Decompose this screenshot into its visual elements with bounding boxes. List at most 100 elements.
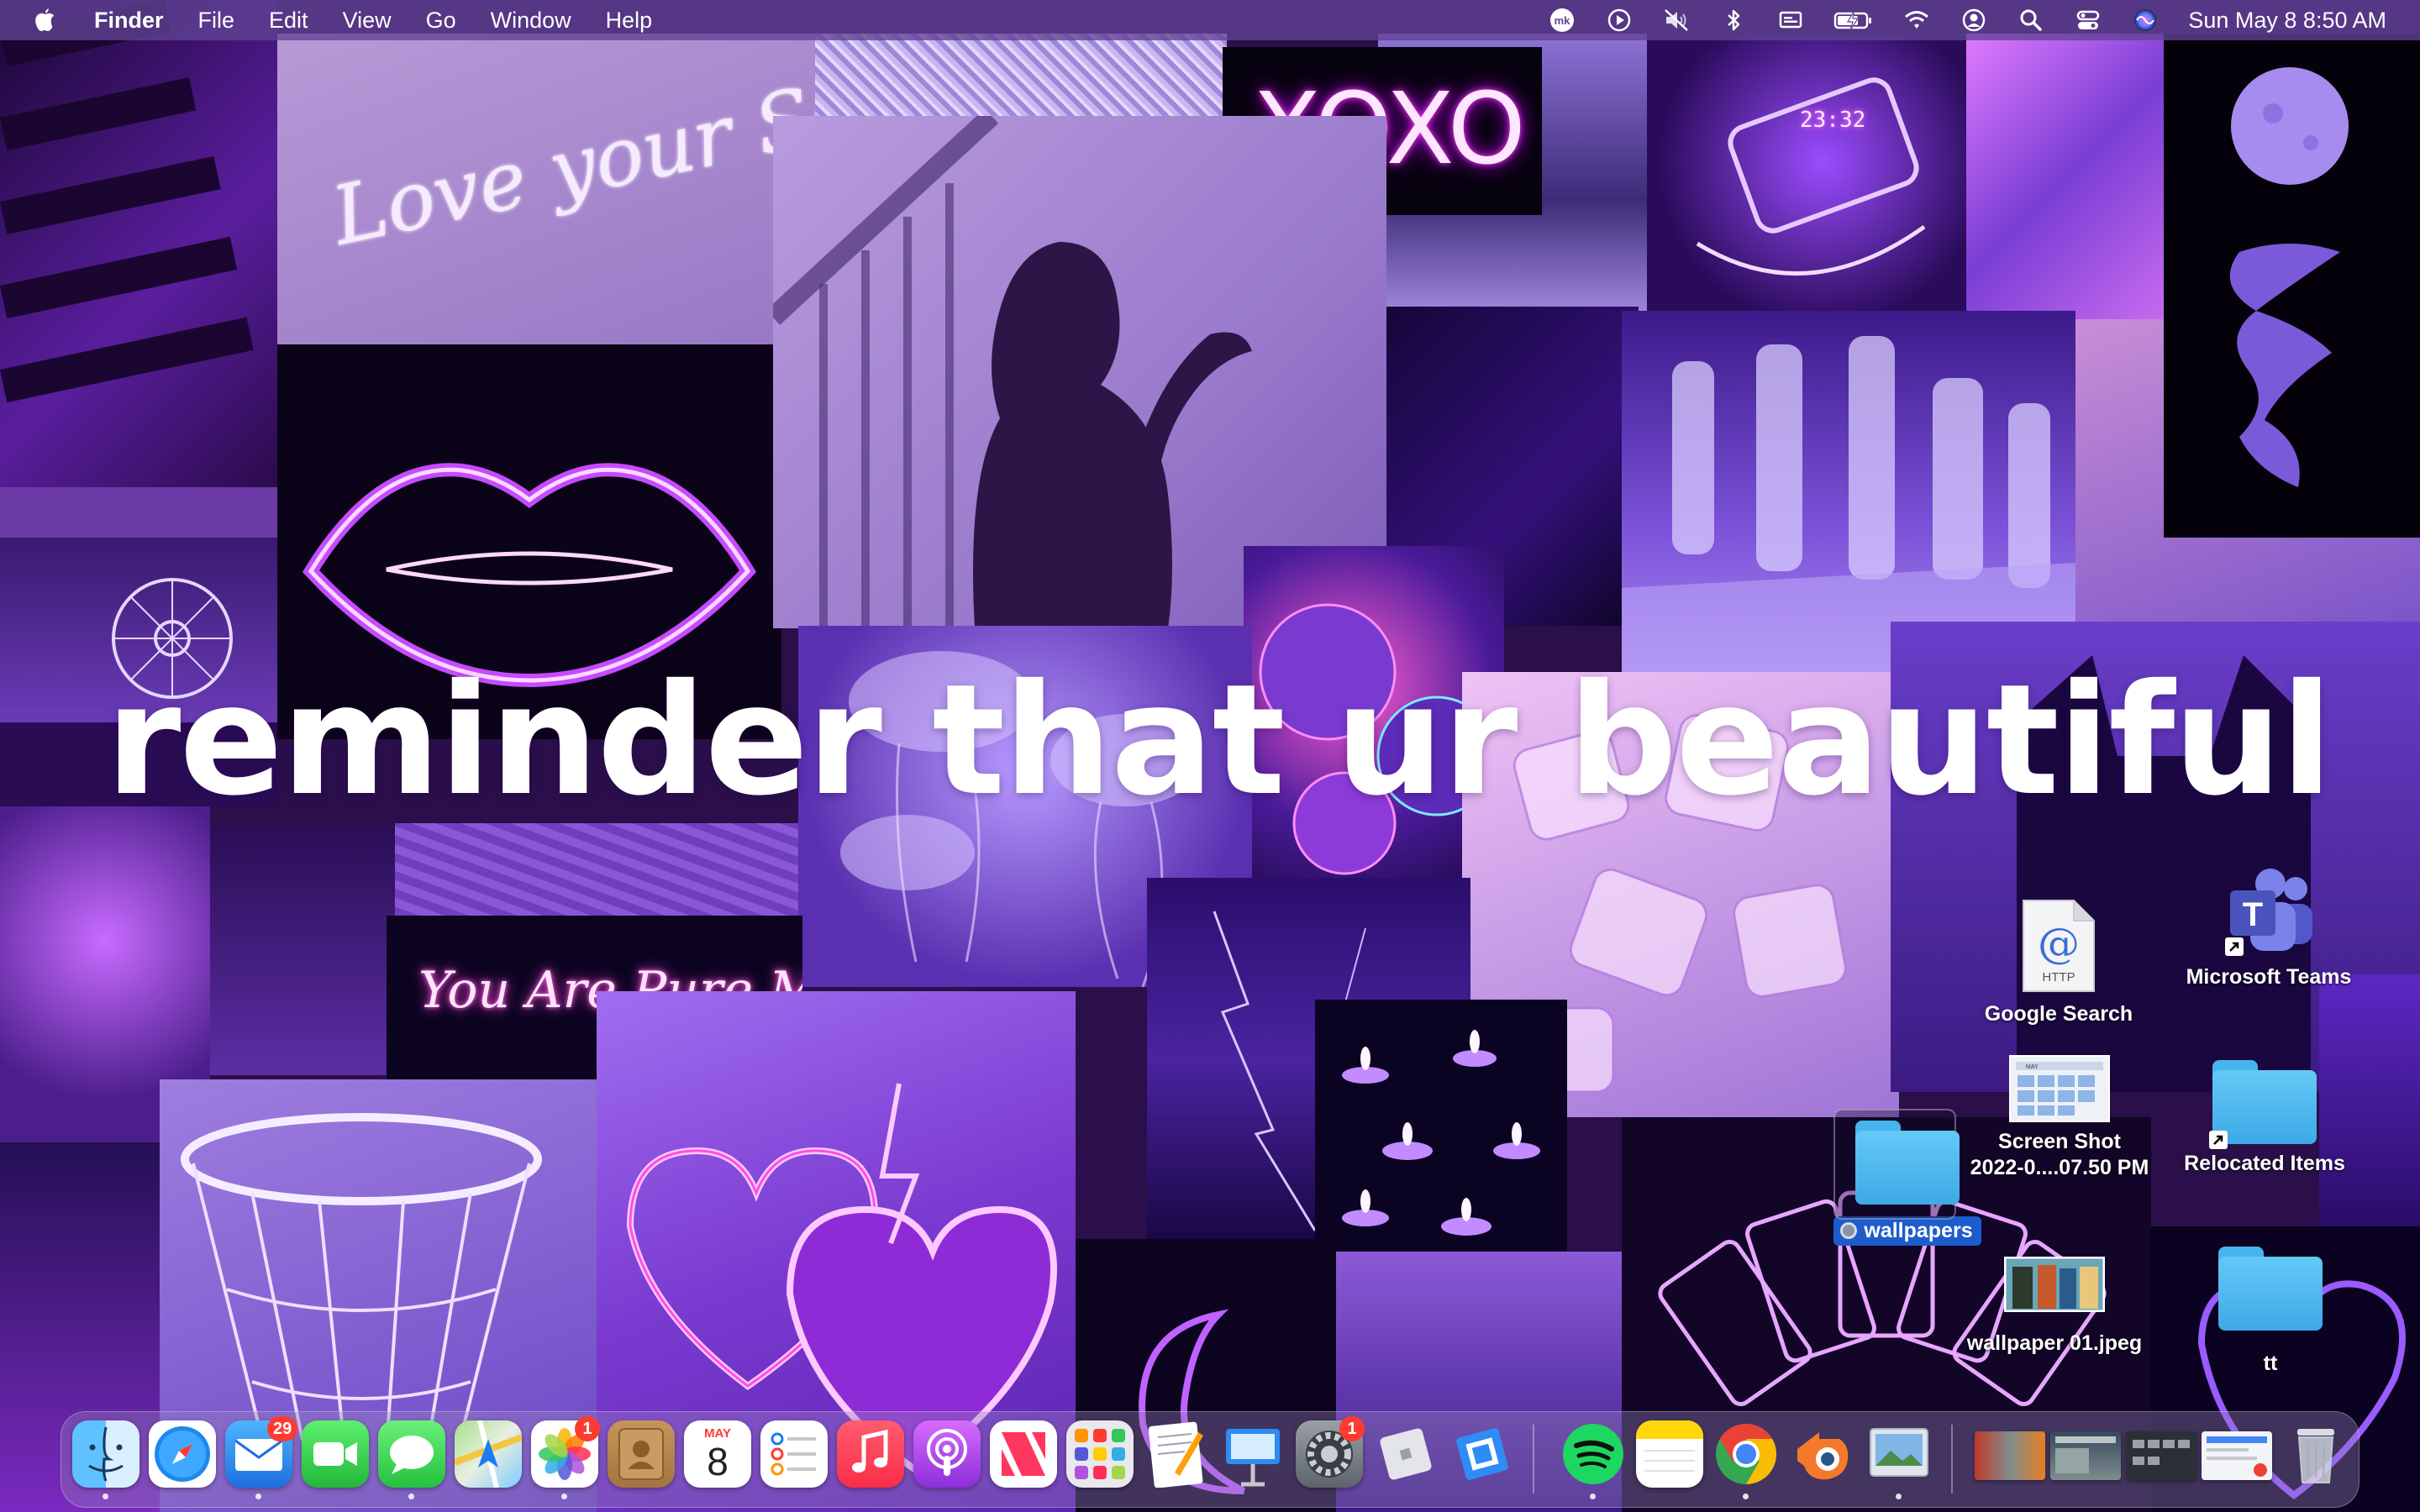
dock-roblox-icon[interactable]: [1372, 1420, 1439, 1488]
minimized-window-3[interactable]: [2126, 1431, 2196, 1480]
menu-bar-clock[interactable]: Sun May 8 8:50 AM: [2188, 8, 2386, 34]
folder-alias-icon: [2212, 1060, 2317, 1144]
search-icon[interactable]: [2017, 6, 2045, 34]
screen-shot-label: Screen Shot 2022-0....07.50 PM: [1970, 1129, 2149, 1180]
dock-preview-icon[interactable]: [1865, 1420, 1933, 1488]
wallpaper-stars-tile: [395, 823, 798, 916]
dock-pages-icon[interactable]: [1143, 1420, 1210, 1488]
calendar-day: 8: [684, 1439, 751, 1484]
dock-roblox-studio-icon[interactable]: [1449, 1420, 1516, 1488]
relocated-items-label: Relocated Items: [2184, 1151, 2345, 1177]
dock-messages-icon[interactable]: [378, 1420, 445, 1488]
user-icon[interactable]: [1960, 6, 1988, 34]
phone-time-text: 23:32: [1800, 108, 1865, 133]
mute-icon[interactable]: [1662, 6, 1691, 34]
dock-trash-icon[interactable]: [2282, 1420, 2349, 1488]
menu-go[interactable]: Go: [426, 8, 456, 34]
wallpaper-headline: reminder that ur beautiful: [59, 664, 2378, 816]
mk-icon[interactable]: mk: [1548, 6, 1576, 34]
dock-finder-icon[interactable]: [72, 1420, 139, 1488]
alias-arrow-icon: [2225, 937, 2244, 956]
menu-finder[interactable]: Finder: [94, 8, 164, 34]
display-icon[interactable]: [1776, 6, 1805, 34]
gray-tag-icon: [1840, 1222, 1857, 1239]
love-yourself-text: Love your Self: [324, 49, 815, 264]
dock-running-indicator: [255, 1494, 261, 1499]
dock-running-indicator: [561, 1494, 567, 1499]
dock-facetime-icon[interactable]: [302, 1420, 369, 1488]
play-circle-icon[interactable]: [1605, 6, 1634, 34]
minimized-window-4[interactable]: [2202, 1431, 2272, 1480]
mk-badge-text: mk: [1555, 14, 1571, 27]
http-sublabel: HTTP: [2042, 970, 2075, 984]
wallpaper-01-label: wallpaper 01.jpeg: [1967, 1331, 2142, 1357]
wallpaper-chess-tile: [1622, 311, 2075, 672]
dock-chrome-icon[interactable]: [1712, 1420, 1780, 1488]
dock-divider: [1951, 1425, 1953, 1494]
apple-logo-icon[interactable]: [32, 6, 57, 34]
dock-reminders-icon[interactable]: [760, 1420, 828, 1488]
wallpaper-glitter-tile: [815, 34, 1227, 118]
screenshot-thumbnail-icon: MAY: [2009, 1055, 2110, 1122]
desktop-icon-wallpapers[interactable]: wallpapers: [1823, 1117, 1991, 1246]
svg-text:@: @: [2038, 919, 2080, 968]
menu-file[interactable]: File: [198, 8, 235, 34]
siri-icon[interactable]: [2131, 6, 2160, 34]
wallpaper-city-tile: [210, 823, 395, 1075]
folder-icon: [2218, 1247, 2323, 1331]
wallpaper-neon-phone-tile: 23:32: [1647, 34, 1966, 319]
battery-charging-icon[interactable]: [1833, 6, 1874, 34]
wallpapers-label: wallpapers: [1833, 1216, 1981, 1246]
menu-view[interactable]: View: [343, 8, 392, 34]
dock-running-indicator: [1590, 1494, 1596, 1499]
menu-edit[interactable]: Edit: [269, 8, 308, 34]
dock-spotify-icon[interactable]: [1560, 1420, 1627, 1488]
dock-notes-icon[interactable]: [1636, 1420, 1703, 1488]
microsoft-teams-label: Microsoft Teams: [2186, 964, 2352, 990]
dock-contacts-icon[interactable]: [608, 1420, 675, 1488]
dock-safari-icon[interactable]: [149, 1420, 216, 1488]
wallpaper-candles-tile: [1315, 1000, 1567, 1252]
wifi-icon[interactable]: [1902, 6, 1931, 34]
minimized-window-2[interactable]: [2050, 1431, 2121, 1480]
wallpapers-label-text: wallpapers: [1864, 1218, 1972, 1244]
dock-blender-icon[interactable]: [1789, 1420, 1856, 1488]
wallpaper-moon-tile: [2164, 34, 2420, 538]
desktop-icon-tt[interactable]: tt: [2218, 1247, 2323, 1377]
dock-running-indicator: [103, 1494, 108, 1499]
bluetooth-icon[interactable]: [1719, 6, 1748, 34]
svg-text:T: T: [2243, 896, 2263, 933]
photos-badge: 1: [575, 1416, 600, 1441]
dock-launchpad-icon[interactable]: [1066, 1420, 1134, 1488]
dock-keynote-icon[interactable]: [1219, 1420, 1286, 1488]
menu-window[interactable]: Window: [491, 8, 571, 34]
wallpaper-piano-tile: [0, 0, 277, 538]
screenshot-thumb-month: MAY: [2026, 1064, 2039, 1070]
menu-help[interactable]: Help: [606, 8, 653, 34]
dock-news-icon[interactable]: [990, 1420, 1057, 1488]
dock-podcasts-icon[interactable]: [913, 1420, 981, 1488]
http-document-icon: @ HTTP: [2020, 897, 2097, 995]
teams-icon: T: [2218, 865, 2319, 958]
wallpaper-crystal-tile: [1966, 34, 2168, 319]
google-search-label: Google Search: [1985, 1001, 2133, 1027]
mail-badge: 29: [267, 1416, 297, 1441]
desktop-icon-relocated-items[interactable]: Relocated Items: [2168, 1060, 2361, 1177]
tt-label: tt: [2264, 1351, 2278, 1377]
screen-shot-label-line1: Screen Shot: [1970, 1129, 2149, 1155]
desktop-icon-wallpaper-01[interactable]: wallpaper 01.jpeg: [1949, 1257, 2160, 1357]
dock-maps-icon[interactable]: [455, 1420, 522, 1488]
dock-music-icon[interactable]: [837, 1420, 904, 1488]
dock-calendar-icon[interactable]: MAY 8: [684, 1420, 751, 1488]
menu-bar: Finder File Edit View Go Window Help mk: [0, 0, 2420, 40]
control-center-icon[interactable]: [2074, 6, 2102, 34]
desktop-icon-microsoft-teams[interactable]: T Microsoft Teams: [2176, 865, 2361, 990]
folder-icon: [1855, 1121, 1960, 1205]
dock-running-indicator: [1896, 1494, 1902, 1499]
alias-arrow-icon: [2209, 1131, 2228, 1149]
wallpaper-love-yourself-tile: Love your Self: [277, 34, 815, 344]
screen-shot-label-line2: 2022-0....07.50 PM: [1970, 1155, 2149, 1181]
dock-running-indicator: [1743, 1494, 1749, 1499]
desktop-icon-google-search[interactable]: @ HTTP Google Search: [1983, 897, 2134, 1027]
minimized-window-1[interactable]: [1975, 1431, 2045, 1480]
